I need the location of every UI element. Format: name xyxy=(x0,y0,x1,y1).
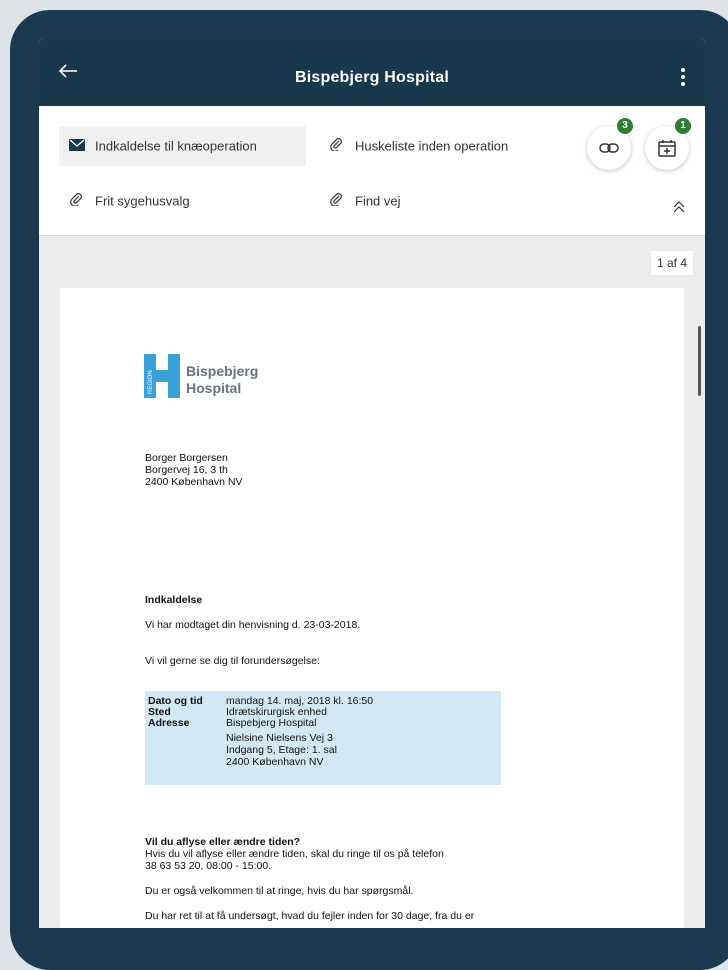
letter-line: Du er også velkommen til at ringe, hvis … xyxy=(145,885,414,897)
links-count-badge: 3 xyxy=(617,118,633,134)
logo-text-line1: Bispebjerg xyxy=(186,363,259,379)
paperclip-icon xyxy=(69,182,87,222)
links-button[interactable]: 3 xyxy=(587,118,633,170)
letter-line: 38 63 53 20, 08:00 - 15:00. xyxy=(145,860,272,872)
recipient-name: Borger Borgersen xyxy=(145,452,228,464)
attachments-panel: Indkaldelse til knæoperation Huskeliste … xyxy=(39,106,705,236)
page-counter: 1 af 4 xyxy=(650,251,693,275)
attachment-checklist[interactable]: Huskeliste inden operation xyxy=(319,126,549,166)
more-menu-button[interactable] xyxy=(679,68,687,90)
info-value: Indgang 5, Etage: 1. sal xyxy=(226,744,337,756)
recipient-street: Borgervej 16, 3 th xyxy=(145,464,228,476)
calendar-add-icon xyxy=(658,140,676,157)
page-title: Bispebjerg Hospital xyxy=(294,69,450,86)
link-icon xyxy=(599,143,619,153)
recipient-city: 2400 København NV xyxy=(145,476,243,488)
logo-region-text: REGION xyxy=(148,370,154,394)
paperclip-icon xyxy=(329,127,347,167)
region-h-logo-icon: REGION xyxy=(144,354,180,398)
document-page: REGION Bispebjerg Hospital Borger Borger… xyxy=(60,288,684,928)
info-value: Nielsine Nielsens Vej 3 xyxy=(226,732,333,744)
app-bar: Bispebjerg Hospital xyxy=(39,38,705,106)
info-value: 2400 København NV xyxy=(226,756,324,768)
cancel-heading: Vil du aflyse eller ændre tiden? xyxy=(145,836,301,848)
letter-line: Du har ret til at få undersøgt, hvad du … xyxy=(145,910,475,922)
chevron-double-up-icon xyxy=(673,201,685,213)
collapse-button[interactable] xyxy=(671,198,687,214)
info-value: Bispebjerg Hospital xyxy=(226,717,317,729)
scrollbar-thumb[interactable] xyxy=(698,326,701,396)
envelope-icon xyxy=(69,127,87,167)
attachment-label: Indkaldelse til knæoperation xyxy=(95,138,257,154)
dot-icon xyxy=(681,75,685,79)
attachment-label: Find vej xyxy=(355,193,401,209)
info-label: Adresse xyxy=(148,717,190,729)
appointment-info-box: Dato og tid mandag 14. maj, 2018 kl. 16:5… xyxy=(145,691,501,785)
attachment-label: Huskeliste inden operation xyxy=(355,138,509,154)
attachment-find-way[interactable]: Find vej xyxy=(319,181,469,221)
letter-line: Hvis du vil aflyse eller ændre tiden, sk… xyxy=(145,848,444,860)
letter-line: Vi vil gerne se dig til forundersøgelse: xyxy=(145,655,320,667)
letter-heading: Indkaldelse xyxy=(145,594,203,606)
dot-icon xyxy=(681,68,685,72)
calendar-count-badge: 1 xyxy=(675,118,691,134)
add-to-calendar-button[interactable]: 1 xyxy=(645,118,691,170)
letter-line: Vi har modtaget din henvisning d. 23-03-… xyxy=(145,619,361,631)
attachment-free-choice[interactable]: Frit sygehusvalg xyxy=(59,181,259,221)
app-screen: Bispebjerg Hospital Indkaldelse til knæo… xyxy=(39,38,705,928)
attachment-invitation[interactable]: Indkaldelse til knæoperation xyxy=(59,126,306,166)
dot-icon xyxy=(681,82,685,86)
attachment-label: Frit sygehusvalg xyxy=(95,193,190,209)
paperclip-icon xyxy=(329,182,347,222)
logo-text-line2: Hospital xyxy=(186,380,242,396)
